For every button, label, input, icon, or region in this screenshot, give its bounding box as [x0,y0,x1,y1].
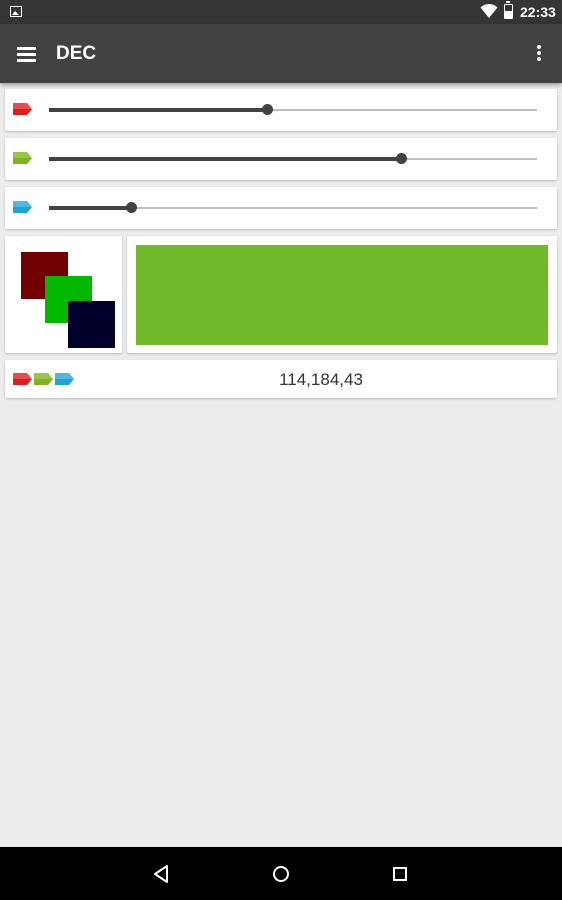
green-slider[interactable] [49,153,537,164]
home-icon[interactable] [270,863,292,885]
blue-tag-icon [55,373,74,385]
status-bar: 22:33 [0,0,562,24]
color-preview-card [127,236,557,353]
green-slider-card [5,138,557,180]
blue-slider-thumb[interactable] [126,202,138,213]
battery-icon [504,1,513,19]
blue-slider-card [5,187,557,229]
navigation-bar [0,847,562,900]
channel-tags [13,372,76,390]
app-bar: DEC [0,24,562,83]
blue-slider-fill [49,206,132,210]
blue-tag-icon [13,201,32,213]
picture-icon [10,6,22,17]
red-slider-thumb[interactable] [262,104,274,115]
overflow-menu-icon[interactable] [528,38,550,68]
channel-swatch-card [5,236,122,353]
green-tag-icon [34,373,53,385]
blue-slider[interactable] [49,202,537,213]
green-slider-thumb[interactable] [396,153,408,164]
recents-icon[interactable] [389,863,411,885]
back-icon[interactable] [150,863,172,885]
color-preview [136,245,548,345]
blue-channel-square [68,301,115,348]
red-tag-icon [13,373,32,385]
page-title: DEC [56,43,97,64]
red-slider-fill [49,108,268,112]
rgb-value-text: 114,184,43 [279,370,363,389]
red-slider[interactable] [49,104,537,115]
wifi-icon [480,3,498,18]
green-tag-icon [13,152,32,164]
red-tag-icon [13,103,32,115]
color-value-card[interactable]: 114,184,43 [5,360,557,398]
red-slider-card [5,89,557,131]
green-slider-fill [49,157,402,161]
status-time: 22:33 [520,4,556,20]
menu-icon[interactable] [12,39,42,69]
